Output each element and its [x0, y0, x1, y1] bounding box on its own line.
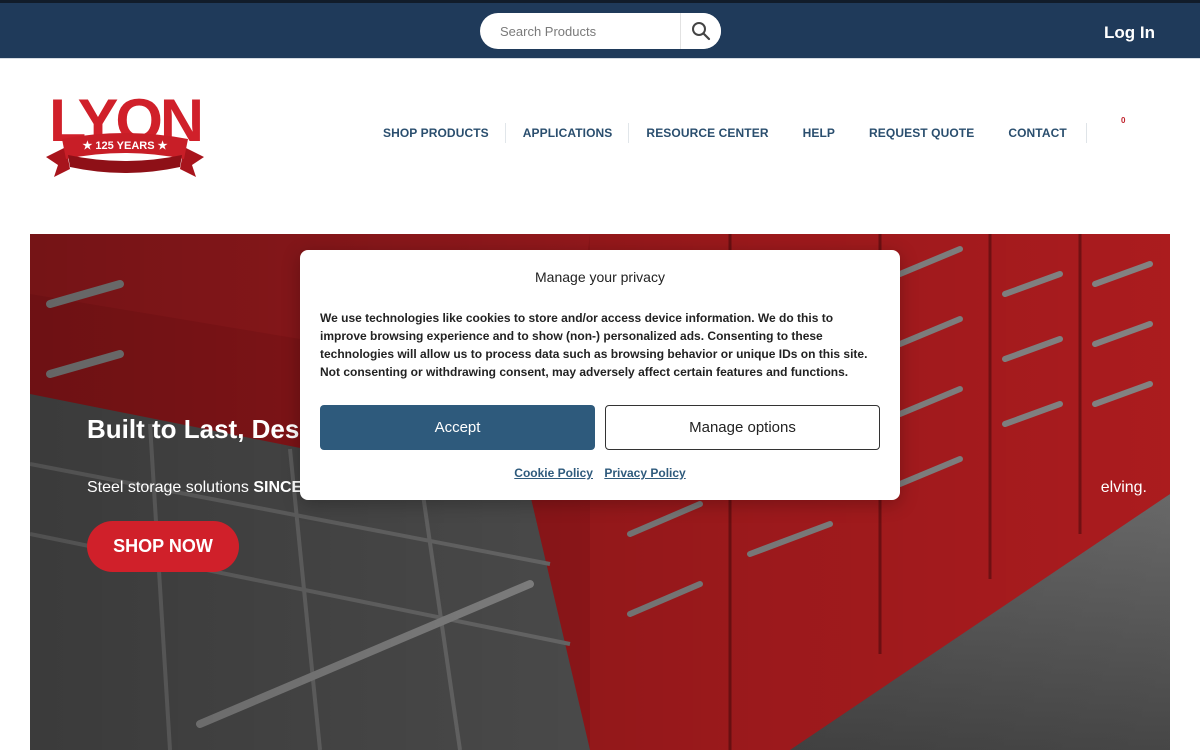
manage-options-button[interactable]: Manage options	[605, 405, 880, 450]
main-nav: SHOP PRODUCTS APPLICATIONS RESOURCE CENT…	[366, 123, 1084, 143]
nav-request-quote[interactable]: REQUEST QUOTE	[852, 126, 991, 140]
nav-shop-products[interactable]: SHOP PRODUCTS	[366, 123, 506, 143]
logo-tagline: ★ 125 YEARS ★	[83, 140, 168, 152]
search-icon	[692, 22, 711, 41]
shop-now-button[interactable]: SHOP NOW	[87, 521, 239, 572]
accept-button[interactable]: Accept	[320, 405, 595, 450]
login-link[interactable]: Log In	[1104, 23, 1155, 43]
search-button[interactable]	[680, 13, 721, 49]
nav-help[interactable]: HELP	[786, 126, 852, 140]
search-box	[480, 13, 721, 49]
nav-divider	[1086, 123, 1087, 143]
lyon-logo[interactable]: LYON ★ 125 YEARS ★	[44, 87, 206, 179]
site-header: LYON ★ 125 YEARS ★ SHOP PRODUCTS APPLICA…	[0, 59, 1200, 234]
search-input[interactable]	[480, 13, 680, 49]
hero-title: Built to Last, Des	[87, 414, 300, 444]
consent-title: Manage your privacy	[535, 269, 665, 285]
consent-links: Cookie Policy Privacy Policy	[300, 466, 900, 480]
cookie-policy-link[interactable]: Cookie Policy	[514, 466, 593, 480]
hero-subtitle-end: elving.	[1100, 479, 1147, 496]
nav-contact[interactable]: CONTACT	[991, 126, 1083, 140]
cart-count-badge[interactable]: 0	[1121, 116, 1125, 125]
top-bar: Log In	[0, 0, 1200, 59]
consent-message: We use technologies like cookies to stor…	[320, 311, 868, 379]
hero-subtitle-start: Steel storage solutions SINCE	[87, 479, 303, 496]
nav-resource-center[interactable]: RESOURCE CENTER	[629, 126, 785, 140]
nav-applications[interactable]: APPLICATIONS	[506, 123, 630, 143]
privacy-policy-link[interactable]: Privacy Policy	[604, 466, 685, 480]
cookie-consent-dialog: Manage your privacy We use technologies …	[300, 250, 900, 500]
